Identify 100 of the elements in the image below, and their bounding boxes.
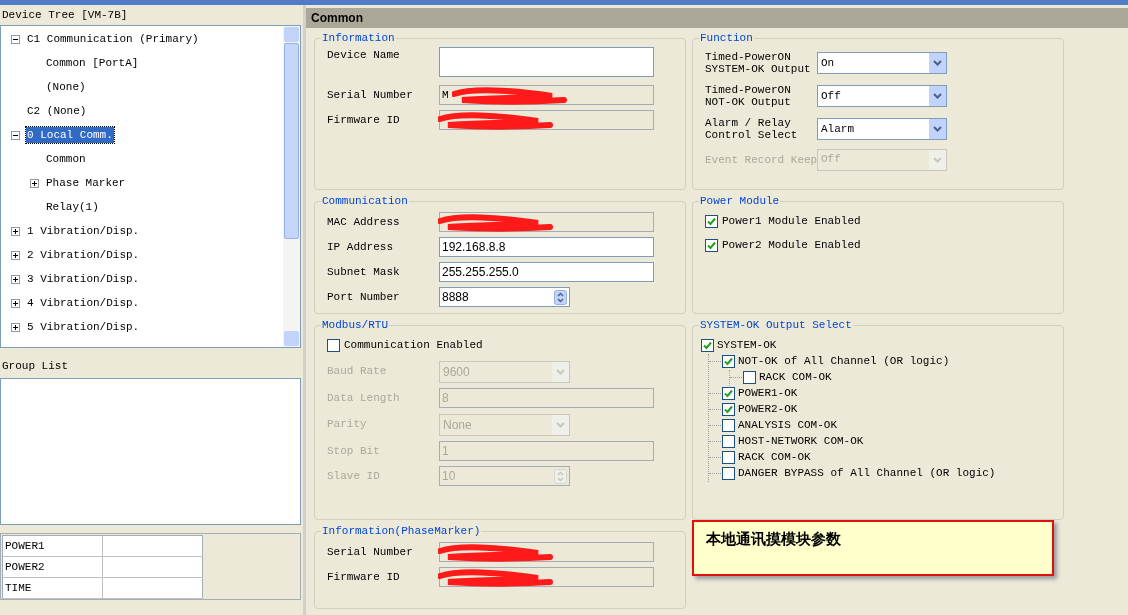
field-label: Baud Rate: [327, 364, 388, 380]
field-label: Firmware ID: [327, 569, 401, 585]
checkbox[interactable]: [722, 403, 735, 416]
panel-title: Common: [306, 8, 1128, 28]
check-option-label: ANALYSIS COM-OK: [738, 418, 838, 434]
readonly-field: M: [439, 85, 654, 105]
tree-item[interactable]: Phase Marker: [45, 174, 127, 192]
dropdown-button[interactable]: [929, 53, 946, 73]
tree-item[interactable]: C2 (None): [26, 102, 88, 120]
field-label: IP Address: [327, 239, 394, 255]
checkbox[interactable]: [722, 451, 735, 464]
pane-title: Device Tree [VM-7B]: [1, 7, 129, 23]
tree-item[interactable]: 3 Vibration/Disp.: [26, 270, 141, 288]
check-icon: [707, 241, 716, 250]
checkbox[interactable]: [705, 215, 718, 228]
group-title: Information(PhaseMarker): [321, 524, 482, 539]
field-label: Event Record Keep: [705, 153, 817, 166]
field-label: Stop Bit: [327, 443, 381, 459]
tree-item[interactable]: 2 Vibration/Disp.: [26, 246, 141, 264]
table-cell: TIME: [3, 578, 103, 599]
expand-icon[interactable]: [11, 274, 20, 284]
dropdown[interactable]: Alarm: [817, 118, 947, 140]
field-label: Timed-PowerON SYSTEM-OK Output: [705, 51, 812, 75]
check-option-label: POWER1-OK: [738, 386, 798, 402]
field-label: Subnet Mask: [327, 264, 401, 280]
checkbox[interactable]: [722, 467, 735, 480]
spin-field[interactable]: 8888: [439, 287, 570, 307]
field-label: Timed-PowerON NOT-OK Output: [705, 84, 792, 108]
check-option-label: DANGER BYPASS of All Channel (OR logic): [738, 466, 996, 482]
field-label: Serial Number: [327, 87, 414, 103]
group-title: Function: [699, 31, 754, 46]
collapse-icon[interactable]: [11, 34, 20, 44]
checkbox-label: Power2 Module Enabled: [722, 238, 861, 254]
check-icon: [724, 357, 733, 366]
check-option-label: NOT-OK of All Channel (OR logic): [738, 354, 950, 370]
checkbox[interactable]: [722, 435, 735, 448]
dropdown[interactable]: On: [817, 52, 947, 74]
chevron-down-icon: [556, 368, 565, 375]
dropdown[interactable]: Off: [817, 85, 947, 107]
check-icon: [707, 217, 716, 226]
chevron-down-icon: [933, 126, 942, 132]
check-option-label: SYSTEM-OK: [717, 338, 777, 354]
device-name-field[interactable]: [439, 46, 654, 77]
check-option-label: HOST-NETWORK COM-OK: [738, 434, 864, 450]
group-title: SYSTEM-OK Output Select: [699, 318, 853, 333]
dropdown-button[interactable]: [929, 119, 946, 139]
checkbox-label: Power1 Module Enabled: [722, 214, 861, 230]
note-text: 本地通讯摸模块参数: [706, 530, 841, 548]
tree-item[interactable]: Common: [45, 150, 87, 168]
field-label: Device Name: [327, 47, 401, 63]
checkbox[interactable]: [327, 339, 340, 352]
field-label: Slave ID: [327, 468, 381, 484]
collapse-icon[interactable]: [11, 130, 20, 140]
checkbox-label: Communication Enabled: [344, 338, 483, 354]
group-title: Modbus/RTU: [321, 318, 389, 333]
expand-icon[interactable]: [11, 226, 20, 236]
field-label: Serial Number: [327, 544, 414, 560]
tree-item[interactable]: 4 Vibration/Disp.: [26, 294, 141, 312]
check-option-label: RACK COM-OK: [738, 450, 811, 466]
text-field[interactable]: 255.255.255.0: [439, 262, 654, 282]
text-field[interactable]: 192.168.8.8: [439, 237, 654, 257]
check-option-label: RACK COM-OK: [759, 370, 832, 386]
field-label: Parity: [327, 417, 368, 433]
expand-icon[interactable]: [11, 322, 20, 332]
tree-item[interactable]: Relay(1): [45, 198, 100, 216]
check-icon: [703, 341, 712, 350]
tree-item[interactable]: Common [PortA]: [45, 54, 140, 72]
tree-item[interactable]: 1 Vibration/Disp.: [26, 222, 141, 240]
field-label: Firmware ID: [327, 112, 401, 128]
table-cell: POWER1: [3, 536, 103, 557]
tree-item[interactable]: 0 Local Comm.: [26, 126, 114, 144]
expand-icon[interactable]: [11, 250, 20, 260]
field-label: Port Number: [327, 289, 401, 305]
group-title: Communication: [321, 194, 409, 209]
group-title: Power Module: [699, 194, 781, 209]
checkbox[interactable]: [743, 371, 756, 384]
expand-icon[interactable]: [11, 298, 20, 308]
dropdown-button[interactable]: [929, 86, 946, 106]
scrollbar[interactable]: [283, 26, 300, 347]
checkbox[interactable]: [705, 239, 718, 252]
checkbox[interactable]: [701, 339, 714, 352]
field-label: MAC Address: [327, 214, 401, 230]
chevron-down-icon: [933, 156, 942, 163]
tree-item[interactable]: C1 Communication (Primary): [26, 30, 200, 48]
checkbox[interactable]: [722, 419, 735, 432]
spinner-arrows-icon[interactable]: [554, 289, 567, 305]
field-label: Data Length: [327, 390, 401, 406]
check-option-label: POWER2-OK: [738, 402, 798, 418]
table-cell: POWER2: [3, 557, 103, 578]
field-label: Alarm / Relay Control Select: [705, 117, 799, 141]
pane-title: Group List: [1, 358, 69, 374]
group-title: Information: [321, 31, 396, 46]
tree-item[interactable]: (None): [45, 78, 87, 96]
chevron-down-icon: [556, 421, 565, 428]
expand-icon[interactable]: [30, 178, 39, 188]
tree-item[interactable]: 5 Vibration/Disp.: [26, 318, 141, 336]
chevron-down-icon: [933, 60, 942, 66]
checkbox[interactable]: [722, 355, 735, 368]
chevron-down-icon: [933, 93, 942, 99]
checkbox[interactable]: [722, 387, 735, 400]
